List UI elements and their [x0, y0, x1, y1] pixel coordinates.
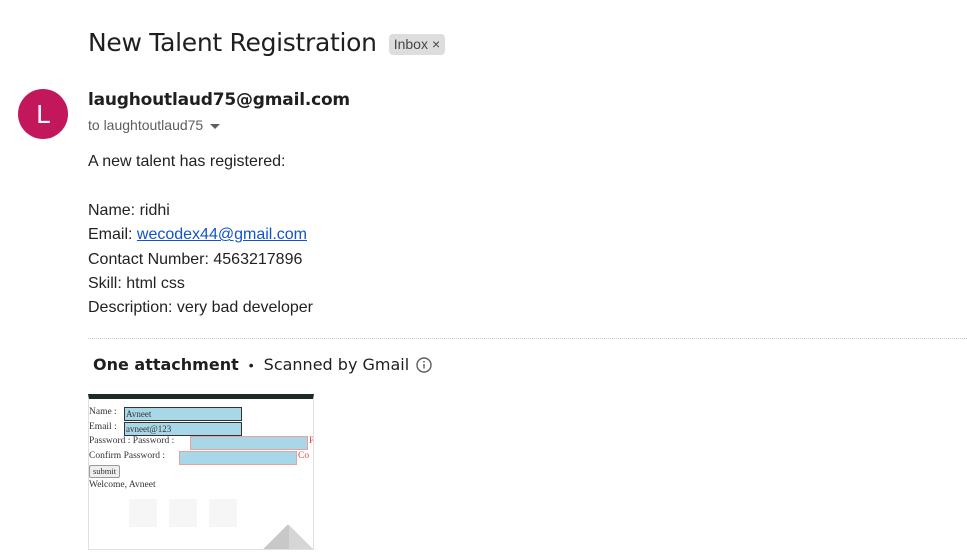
body-email-link[interactable]: wecodex44@gmail.com — [137, 226, 307, 243]
thumb-confirm-hint: Co — [298, 450, 310, 461]
thumb-submit-button: submit — [89, 465, 121, 478]
body-skill: Skill: html css — [88, 275, 185, 293]
subject-row: New Talent Registration Inbox × — [88, 28, 446, 57]
avatar-letter: L — [36, 99, 50, 129]
recipient-text: to laughtoutlaud75 — [88, 117, 204, 133]
thumb-confirm-label: Confirm Password : — [89, 450, 165, 461]
thumb-welcome-row: Welcome, Avneet — [89, 480, 174, 495]
label-text: Inbox — [393, 35, 428, 52]
body-intro: A new talent has registered: — [88, 153, 286, 170]
info-icon[interactable] — [416, 356, 432, 373]
thumb-welcome-text: Welcome, Avneet — [89, 479, 156, 490]
show-details-caret-icon[interactable] — [210, 123, 221, 129]
body-email-line: Email: wecodex44@gmail.com — [88, 223, 313, 247]
body-contact: Contact Number: 4563217896 — [88, 250, 303, 268]
attachment-count: One attachment — [93, 355, 239, 374]
body-description: Description: very bad developer — [88, 299, 314, 317]
email-subject: New Talent Registration — [88, 28, 377, 57]
inbox-label-chip[interactable]: Inbox × — [388, 33, 446, 55]
body-email-label: Email: — [88, 226, 137, 244]
thumb-submit-row: submit — [89, 465, 174, 480]
page-fold-corner — [289, 525, 313, 549]
thumb-ghost-block — [209, 499, 237, 527]
page-fold-shadow — [261, 525, 289, 549]
thumb-name-label: Name : — [89, 407, 117, 417]
thumb-ghost-block — [169, 499, 197, 527]
thumb-password-hint: P — [309, 436, 314, 446]
body-name: Name: ridhi — [88, 201, 170, 219]
scanned-by-gmail: Scanned by Gmail — [263, 355, 410, 374]
thumbnail-preview: Name : Avneet Email : avneet@123 Passwor… — [89, 407, 313, 495]
thumb-email-label: Email : — [89, 421, 117, 432]
thumb-name-row: Name : Avneet — [89, 407, 242, 422]
attachment-thumbnail[interactable]: Name : Avneet Email : avneet@123 Passwor… — [88, 394, 314, 550]
thumb-password-field — [190, 436, 308, 450]
attachment-header: One attachment • Scanned by Gmail — [93, 355, 432, 374]
thumb-confirm-row: Confirm Password : Co — [89, 450, 309, 466]
sender-avatar[interactable]: L — [18, 89, 68, 139]
separator-dot: • — [248, 356, 254, 373]
sender-email[interactable]: laughoutlaud75@gmail.com — [88, 90, 350, 110]
thumb-ghost-block — [129, 499, 157, 527]
thumb-name-field: Avneet — [124, 407, 242, 421]
thumb-email-row: Email : avneet@123 — [89, 421, 242, 437]
thumb-password-row: Password : Password : P — [89, 436, 313, 451]
recipient-line: to laughtoutlaud75 — [88, 117, 221, 133]
attachment-divider — [88, 338, 967, 339]
email-body: A new talent has registered: Name: ridhi… — [88, 150, 313, 321]
thumb-confirm-field — [179, 450, 297, 465]
thumb-email-field: avneet@123 — [124, 421, 242, 436]
thumb-password-label: Password : Password : — [89, 436, 175, 446]
body-blank-line — [88, 174, 313, 198]
remove-label-icon[interactable]: × — [432, 36, 440, 52]
